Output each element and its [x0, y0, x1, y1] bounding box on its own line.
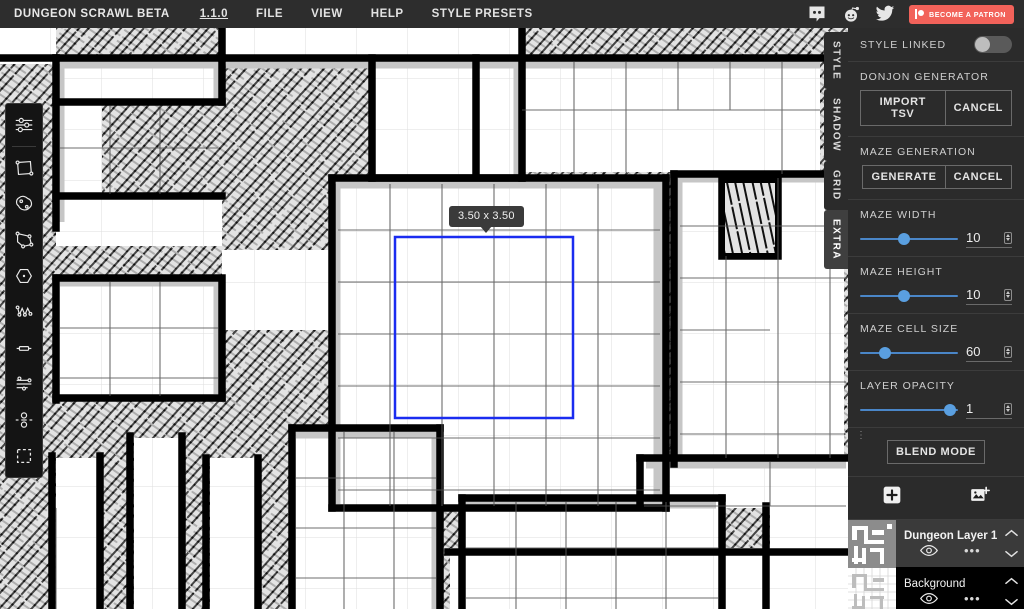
maze-width-label: MAZE WIDTH — [860, 209, 937, 221]
stairs-tool[interactable] — [6, 366, 42, 402]
menu-help[interactable]: HELP — [357, 0, 418, 28]
tab-shadow[interactable]: SHADOW — [824, 89, 848, 162]
discord-icon[interactable] — [807, 4, 827, 24]
menu-view[interactable]: VIEW — [297, 0, 357, 28]
pillar-block — [725, 183, 775, 253]
map-canvas[interactable]: 3.50 x 3.50 — [0, 28, 848, 609]
blend-mode-row: ⋮ BLEND MODE — [848, 428, 1024, 477]
layer-thumbnail — [848, 520, 896, 568]
rectangle-room-tool[interactable] — [6, 150, 42, 186]
generate-maze-button[interactable]: GENERATE — [862, 165, 946, 189]
twitter-icon[interactable] — [875, 4, 895, 24]
layer-opacity-value: 1 — [966, 401, 974, 416]
maze-cell-size-slider[interactable] — [860, 347, 958, 359]
layer-body: Background ••• — [896, 568, 1002, 609]
topbar-actions: BECOME A PATRON — [807, 4, 1024, 24]
layer-name: Dungeon Layer 1 — [904, 530, 998, 542]
layer-thumbnail — [848, 568, 896, 609]
scroll-indicator-icon: ⋮ — [856, 430, 866, 441]
maze-width-group: MAZE WIDTH 10 — [848, 200, 1024, 257]
layer-row-dungeon-layer-1[interactable]: Dungeon Layer 1 ••• — [848, 520, 1024, 568]
patron-button-label: BECOME A PATRON — [929, 9, 1006, 19]
layer-name: Background — [904, 578, 966, 590]
dimension-tooltip: 3.50 x 3.50 — [449, 206, 524, 233]
maze-generation-label: MAZE GENERATION — [860, 146, 976, 158]
layer-visibility-icon[interactable] — [920, 544, 938, 557]
layer-controls: ••• — [904, 544, 1002, 557]
maze-cell-size-label: MAZE CELL SIZE — [860, 323, 959, 335]
top-menu-bar: DUNGEON SCRAWL BETA 1.1.0 FILE VIEW HELP… — [0, 0, 1024, 28]
maze-cell-size-input[interactable]: 60 — [966, 344, 1012, 362]
pillar-tool[interactable] — [6, 402, 42, 438]
tab-grid[interactable]: GRID — [824, 161, 848, 210]
maze-height-stepper[interactable] — [1004, 288, 1012, 301]
maze-cell-size-stepper[interactable] — [1004, 345, 1012, 358]
import-tsv-button[interactable]: IMPORT TSV — [860, 90, 946, 126]
layer-menu-icon[interactable]: ••• — [964, 592, 981, 605]
layer-controls: ••• — [904, 592, 1002, 605]
layer-opacity-label: LAYER OPACITY — [860, 380, 955, 392]
maze-height-input[interactable]: 10 — [966, 287, 1012, 305]
donjon-cancel-button[interactable]: CANCEL — [945, 90, 1012, 126]
layer-menu-icon[interactable]: ••• — [964, 544, 981, 557]
maze-height-label: MAZE HEIGHT — [860, 266, 943, 278]
style-linked-row: STYLE LINKED — [848, 28, 1024, 62]
select-tool[interactable] — [6, 438, 42, 474]
menu-style-presets[interactable]: STYLE PRESETS — [418, 0, 547, 28]
style-linked-label: STYLE LINKED — [860, 38, 947, 51]
layer-opacity-input[interactable]: 1 — [966, 401, 1012, 419]
menu-file[interactable]: FILE — [242, 0, 297, 28]
corridor-path-tool[interactable] — [6, 294, 42, 330]
app-title: DUNGEON SCRAWL BETA — [14, 8, 170, 20]
tab-style[interactable]: STYLE — [824, 32, 848, 90]
settings-sliders-tool[interactable] — [6, 107, 42, 143]
maze-width-stepper[interactable] — [1004, 231, 1012, 244]
maze-generation-group: MAZE GENERATION GENERATE CANCEL — [848, 137, 1024, 200]
chevron-up-icon[interactable] — [1004, 577, 1018, 585]
chevron-down-icon[interactable] — [1004, 550, 1018, 558]
tool-palette — [5, 103, 43, 478]
become-a-patron-button[interactable]: BECOME A PATRON — [909, 4, 1014, 24]
hexagon-room-tool[interactable] — [6, 258, 42, 294]
blend-mode-button[interactable]: BLEND MODE — [887, 440, 985, 464]
freeform-blob-tool[interactable] — [6, 186, 42, 222]
donjon-generator-label: DONJON GENERATOR — [860, 71, 989, 83]
layer-visibility-icon[interactable] — [920, 592, 938, 605]
dungeon-scrawl-app: DUNGEON SCRAWL BETA 1.1.0 FILE VIEW HELP… — [0, 0, 1024, 609]
donjon-generator-group: DONJON GENERATOR IMPORT TSV CANCEL — [848, 62, 1024, 137]
tab-extra[interactable]: EXTRA — [824, 209, 848, 269]
properties-panel: STYLE LINKED DONJON GENERATOR IMPORT TSV… — [848, 28, 1024, 609]
layer-opacity-stepper[interactable] — [1004, 402, 1012, 415]
door-tool[interactable] — [6, 330, 42, 366]
style-linked-toggle[interactable] — [974, 36, 1012, 53]
add-layer-button[interactable] — [882, 485, 902, 510]
layer-row-background[interactable]: Background ••• — [848, 568, 1024, 609]
chevron-up-icon[interactable] — [1004, 529, 1018, 537]
add-image-layer-button[interactable] — [969, 485, 991, 510]
layer-opacity-slider[interactable] — [860, 404, 958, 416]
maze-cell-size-group: MAZE CELL SIZE 60 — [848, 314, 1024, 371]
maze-cancel-button[interactable]: CANCEL — [945, 165, 1012, 189]
maze-height-group: MAZE HEIGHT 10 — [848, 257, 1024, 314]
layer-reorder-controls — [1002, 520, 1024, 567]
version-link[interactable]: 1.1.0 — [186, 0, 242, 28]
layer-reorder-controls — [1002, 568, 1024, 609]
dungeon-map-svg — [0, 28, 848, 609]
maze-cell-size-value: 60 — [966, 344, 981, 359]
reddit-icon[interactable] — [841, 4, 861, 24]
layer-actions-row — [848, 477, 1024, 520]
panel-tabs: STYLE SHADOW GRID EXTRA — [824, 32, 848, 269]
chevron-down-icon[interactable] — [1004, 598, 1018, 606]
layer-opacity-group: LAYER OPACITY 1 — [848, 371, 1024, 428]
polygon-room-tool[interactable] — [6, 222, 42, 258]
toolbar-divider — [12, 146, 36, 147]
maze-width-value: 10 — [966, 230, 981, 245]
maze-width-input[interactable]: 10 — [966, 230, 1012, 248]
maze-height-slider[interactable] — [860, 290, 958, 302]
maze-width-slider[interactable] — [860, 233, 958, 245]
layer-body: Dungeon Layer 1 ••• — [896, 520, 1002, 567]
maze-height-value: 10 — [966, 287, 981, 302]
patreon-logo-icon — [915, 9, 925, 19]
